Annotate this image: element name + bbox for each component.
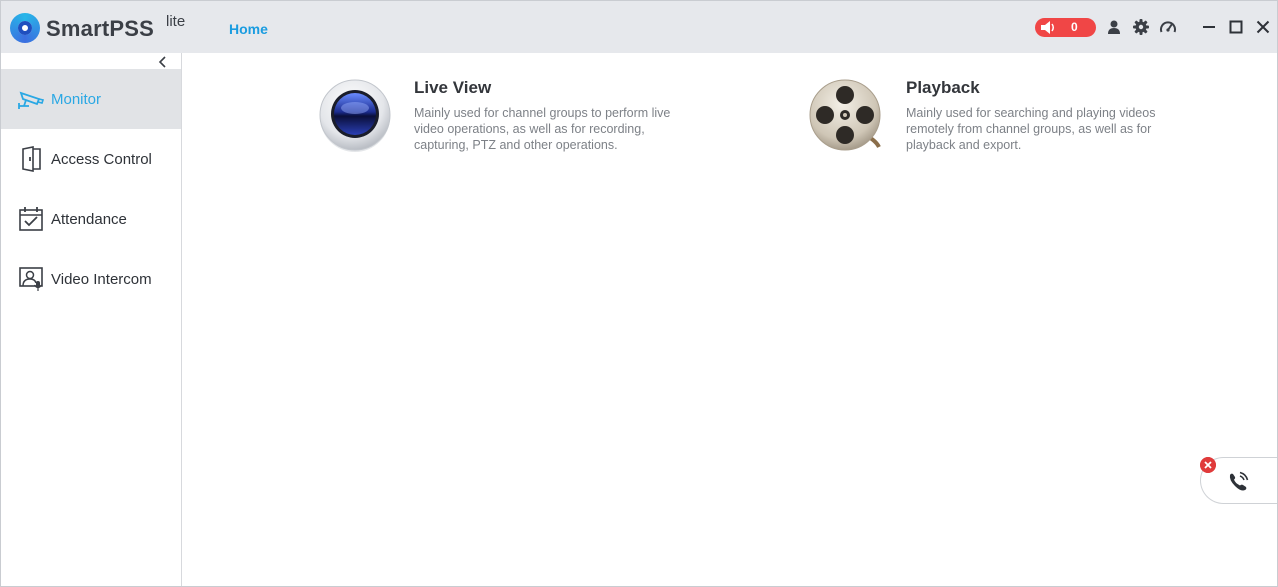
minimize-icon[interactable]	[1200, 18, 1218, 36]
sidebar-item-monitor[interactable]: Monitor	[1, 69, 181, 129]
module-title: Playback	[906, 78, 980, 97]
sidebar-item-video-intercom[interactable]: Video Intercom	[1, 249, 181, 309]
close-icon[interactable]	[1254, 18, 1272, 36]
calendar-check-icon	[19, 207, 43, 231]
smartpss-logo-icon	[10, 13, 40, 43]
sidebar-item-label: Attendance	[51, 211, 127, 228]
sidebar: Monitor Access Control Attendance Video …	[1, 53, 182, 586]
sidebar-item-label: Video Intercom	[51, 271, 152, 288]
gauge-icon[interactable]	[1159, 18, 1177, 36]
app-name: SmartPSS	[46, 16, 154, 41]
door-icon	[22, 146, 41, 172]
cctv-camera-icon	[18, 91, 44, 109]
close-badge-icon[interactable]	[1200, 457, 1216, 473]
phone-ringing-icon	[1229, 471, 1249, 491]
module-title: Live View	[414, 78, 492, 97]
alarm-count: 0	[1071, 20, 1078, 34]
title-bar: SmartPSS lite Home 0	[1, 1, 1277, 53]
module-live-view[interactable]: Live View Mainly used for channel groups…	[317, 77, 677, 173]
user-icon[interactable]	[1105, 18, 1123, 36]
sidebar-item-access-control[interactable]: Access Control	[1, 129, 181, 189]
app-edition: lite	[166, 13, 186, 30]
sidebar-item-label: Monitor	[51, 91, 102, 108]
module-playback[interactable]: Playback Mainly used for searching and p…	[809, 77, 1169, 173]
tab-home[interactable]: Home	[229, 21, 268, 37]
module-description: Mainly used for searching and playing vi…	[906, 106, 1156, 152]
app-window: SmartPSS lite Home 0 Monitor Access Cont…	[0, 0, 1278, 587]
camera-lens-icon	[319, 79, 391, 152]
film-reel-icon	[809, 79, 881, 151]
module-description: Mainly used for channel groups to perfor…	[414, 106, 671, 152]
speaker-icon	[1041, 21, 1054, 34]
chevron-left-icon[interactable]	[155, 55, 171, 69]
maximize-icon[interactable]	[1227, 18, 1245, 36]
gear-icon[interactable]	[1132, 18, 1150, 36]
sidebar-item-attendance[interactable]: Attendance	[1, 189, 181, 249]
intercom-icon	[19, 267, 43, 291]
sidebar-item-label: Access Control	[51, 151, 152, 168]
alarm-badge[interactable]: 0	[1035, 18, 1096, 37]
